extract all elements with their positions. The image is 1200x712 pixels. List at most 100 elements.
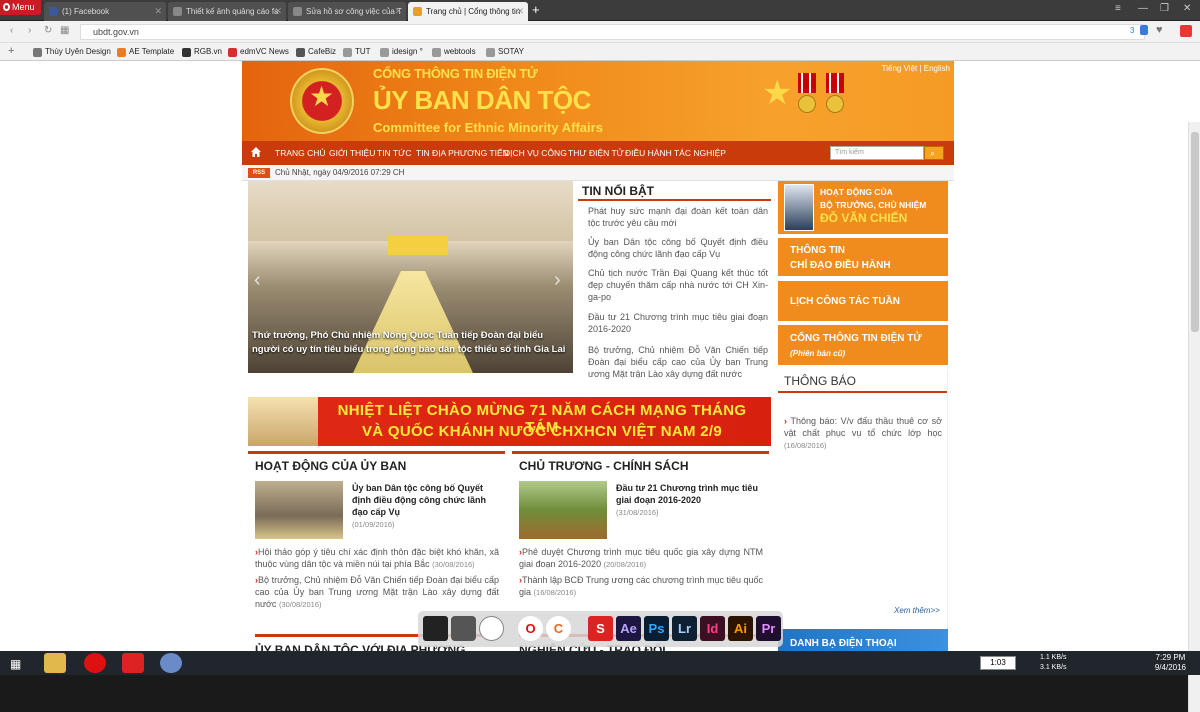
after-effects-icon[interactable]: Ae — [616, 616, 641, 641]
address-bar-row: ‹ › ↻ ▦ ubdt.gov.vn 3 ♥ — [0, 21, 1200, 43]
close-icon[interactable]: ✕ — [274, 2, 282, 21]
section-feature-link[interactable]: Đầu tư 21 Chương trình mục tiêu giai đoạ… — [616, 482, 761, 519]
browser-menu-button[interactable]: Menu — [0, 0, 41, 15]
add-bookmark-icon[interactable]: + — [8, 45, 14, 57]
new-tab-button[interactable]: + — [532, 2, 540, 17]
illustrator-icon[interactable]: Ai — [728, 616, 753, 641]
list-item[interactable]: ›Bộ trưởng, Chủ nhiệm Đỗ Văn Chiến tiếp … — [255, 574, 499, 611]
close-window-icon[interactable]: ✕ — [1183, 3, 1191, 14]
ccleaner-icon[interactable]: C — [546, 616, 571, 641]
photoshop-icon[interactable]: Ps — [644, 616, 669, 641]
sketchup-icon[interactable]: S — [588, 616, 613, 641]
minister-activities-box[interactable]: HOẠT ĐỘNG CỦA BỘ TRƯỞNG, CHỦ NHIỆM ĐỖ VĂ… — [778, 181, 948, 234]
notice-panel: THÔNG BÁO › Thông báo: V/v đấu thầu thuê… — [778, 369, 948, 631]
premiere-icon[interactable]: Pr — [756, 616, 781, 641]
tabs-menu-icon[interactable]: ≡ — [1115, 3, 1121, 14]
bookmark-icon — [117, 48, 126, 57]
scrollbar-thumb[interactable] — [1191, 132, 1199, 332]
featured-news-item[interactable]: Phát huy sức mạnh đại đoàn kết toàn dân … — [588, 205, 768, 229]
nav-tin-tuc[interactable]: TIN TỨC — [377, 141, 412, 165]
speed-dial-icon[interactable]: ▦ — [60, 25, 69, 36]
bookmark-item[interactable]: webtools — [432, 46, 476, 58]
tab-thiet-ke[interactable]: Thiết kế ảnh quảng cáo fa ✕ — [168, 2, 286, 21]
maximize-icon[interactable]: ❐ — [1160, 3, 1169, 14]
reload-icon[interactable]: ↻ — [44, 25, 52, 36]
forward-icon[interactable]: › — [28, 25, 31, 36]
bookmark-item[interactable]: RGB.vn — [182, 46, 222, 58]
nav-thu-dien-tu[interactable]: THƯ ĐIỆN TỬ — [568, 141, 624, 165]
paint-taskbar-icon[interactable] — [160, 653, 182, 673]
notice-item[interactable]: › Thông báo: V/v đấu thầu thuê cơ sở vật… — [784, 415, 942, 452]
section-feature-link[interactable]: Ủy ban Dân tộc công bố Quyết định điều đ… — [352, 482, 497, 531]
bookmark-item[interactable]: CafeBiz — [296, 46, 336, 58]
close-icon[interactable]: ✕ — [154, 2, 162, 21]
monitor-icon[interactable] — [423, 616, 448, 641]
lang-english-link[interactable]: English — [924, 64, 950, 73]
opera-taskbar-icon[interactable] — [84, 653, 106, 673]
news-slider[interactable]: ‹ › Thứ trưởng, Phó Chủ nhiệm Nông Quốc … — [248, 181, 573, 373]
bookmark-item[interactable]: edmVC News — [228, 46, 289, 58]
rss-icon[interactable]: RSS — [248, 168, 270, 178]
address-input[interactable]: ubdt.gov.vn — [80, 24, 1145, 40]
news-thumbnail[interactable] — [255, 481, 343, 539]
nav-dieu-hanh[interactable]: ĐIỀU HÀNH TÁC NGHIỆP — [625, 141, 726, 165]
tab-facebook[interactable]: (1) Facebook ✕ — [44, 2, 166, 21]
list-item[interactable]: ›Hội thảo góp ý tiêu chí xác định thôn đ… — [255, 546, 499, 571]
featured-news-item[interactable]: Ủy ban Dân tộc công bố Quyết định điều đ… — [588, 236, 768, 260]
nav-gioi-thieu[interactable]: GIỚI THIỆU — [329, 141, 375, 165]
home-icon[interactable] — [250, 146, 262, 158]
section-title[interactable]: CHỦ TRƯƠNG - CHÍNH SÁCH — [512, 451, 769, 475]
lightroom-icon[interactable]: Lr — [672, 616, 697, 641]
directive-info-box[interactable]: THÔNG TIN CHỈ ĐẠO ĐIỀU HÀNH — [778, 238, 948, 276]
lang-vietnamese-link[interactable]: Tiếng Việt — [882, 64, 918, 73]
page-scrollbar[interactable] — [1188, 122, 1200, 712]
section-title[interactable]: HOẠT ĐỘNG CỦA ỦY BAN — [248, 451, 505, 475]
tab-trang-chu[interactable]: Trang chủ | Cổng thông tin ✕ — [408, 2, 528, 21]
system-clock[interactable]: 7:29 PM 9/4/2016 — [1155, 653, 1186, 673]
app-dock: O C S Ae Ps Lr Id Ai Pr — [418, 611, 783, 647]
shield-icon[interactable] — [1140, 25, 1148, 35]
bookmark-item[interactable]: SOTAY — [486, 46, 524, 58]
phonebook-box[interactable]: DANH BẠ ĐIỆN THOẠI — [778, 629, 948, 651]
bookmark-item[interactable]: TUT — [343, 46, 371, 58]
news-thumbnail[interactable] — [519, 481, 607, 539]
network-speed: 1.1 KB/s 3.1 KB/s — [1040, 654, 1067, 671]
see-more-link[interactable]: Xem thêm>> — [894, 606, 940, 615]
heart-icon[interactable]: ♥ — [1156, 24, 1163, 36]
nav-trang-chu[interactable]: TRANG CHỦ — [275, 141, 326, 165]
bookmark-item[interactable]: idesign ° — [380, 46, 423, 58]
folder-icon — [343, 48, 352, 57]
featured-news-item[interactable]: Bộ trưởng, Chủ nhiệm Đỗ Văn Chiến tiếp Đ… — [588, 344, 768, 380]
bookmark-item[interactable]: AE Template — [117, 46, 174, 58]
clock-icon[interactable] — [479, 616, 504, 641]
opera-icon[interactable] — [1180, 25, 1192, 37]
windows-start-icon[interactable]: ▦ — [10, 657, 21, 671]
featured-news-item[interactable]: Đầu tư 21 Chương trình mục tiêu giai đoạ… — [588, 311, 768, 335]
list-item[interactable]: ›Phê duyệt Chương trình mục tiêu quốc gi… — [519, 546, 763, 571]
search-button[interactable]: ⌕ — [924, 146, 944, 160]
old-portal-box[interactable]: CỔNG THÔNG TIN ĐIỆN TỬ (Phiên bản cũ) — [778, 325, 948, 365]
nav-tin-dia-phuong[interactable]: TIN ĐỊA PHƯƠNG TIỂN — [416, 141, 509, 165]
extension-badge[interactable]: 3 — [1130, 26, 1134, 35]
list-item[interactable]: ›Thành lập BCĐ Trung ương các chương trì… — [519, 574, 763, 599]
sketchup-taskbar-icon[interactable] — [122, 653, 144, 673]
file-explorer-icon[interactable] — [44, 653, 66, 673]
weekly-schedule-box[interactable]: LỊCH CÔNG TÁC TUẦN — [778, 281, 948, 321]
featured-news-item[interactable]: Chủ tịch nước Trần Đại Quang kết thúc tố… — [588, 267, 768, 303]
close-icon[interactable]: ✕ — [394, 2, 402, 21]
tab-sua-ho-so[interactable]: Sửa hồ sơ công việc của T ✕ — [288, 2, 406, 21]
slider-prev-icon[interactable]: ‹ — [254, 269, 261, 292]
opera-icon[interactable]: O — [518, 616, 543, 641]
minimize-icon[interactable]: — — [1138, 3, 1148, 14]
bookmark-item[interactable]: Thùy Uyên Design — [33, 46, 111, 58]
nav-dich-vu-cong[interactable]: DỊCH VỤ CÔNG — [504, 141, 567, 165]
trash-icon[interactable] — [451, 616, 476, 641]
slider-caption[interactable]: Thứ trưởng, Phó Chủ nhiệm Nông Quốc Tuấn… — [252, 329, 570, 357]
back-icon[interactable]: ‹ — [10, 25, 13, 36]
indesign-icon[interactable]: Id — [700, 616, 725, 641]
banner-agency-title: ỦY BAN DÂN TỘC — [373, 85, 591, 115]
slider-next-icon[interactable]: › — [554, 269, 561, 292]
search-input[interactable]: Tìm kiếm — [830, 146, 924, 160]
close-icon[interactable]: ✕ — [516, 2, 524, 21]
timer-widget[interactable]: 1:03 — [980, 656, 1016, 670]
